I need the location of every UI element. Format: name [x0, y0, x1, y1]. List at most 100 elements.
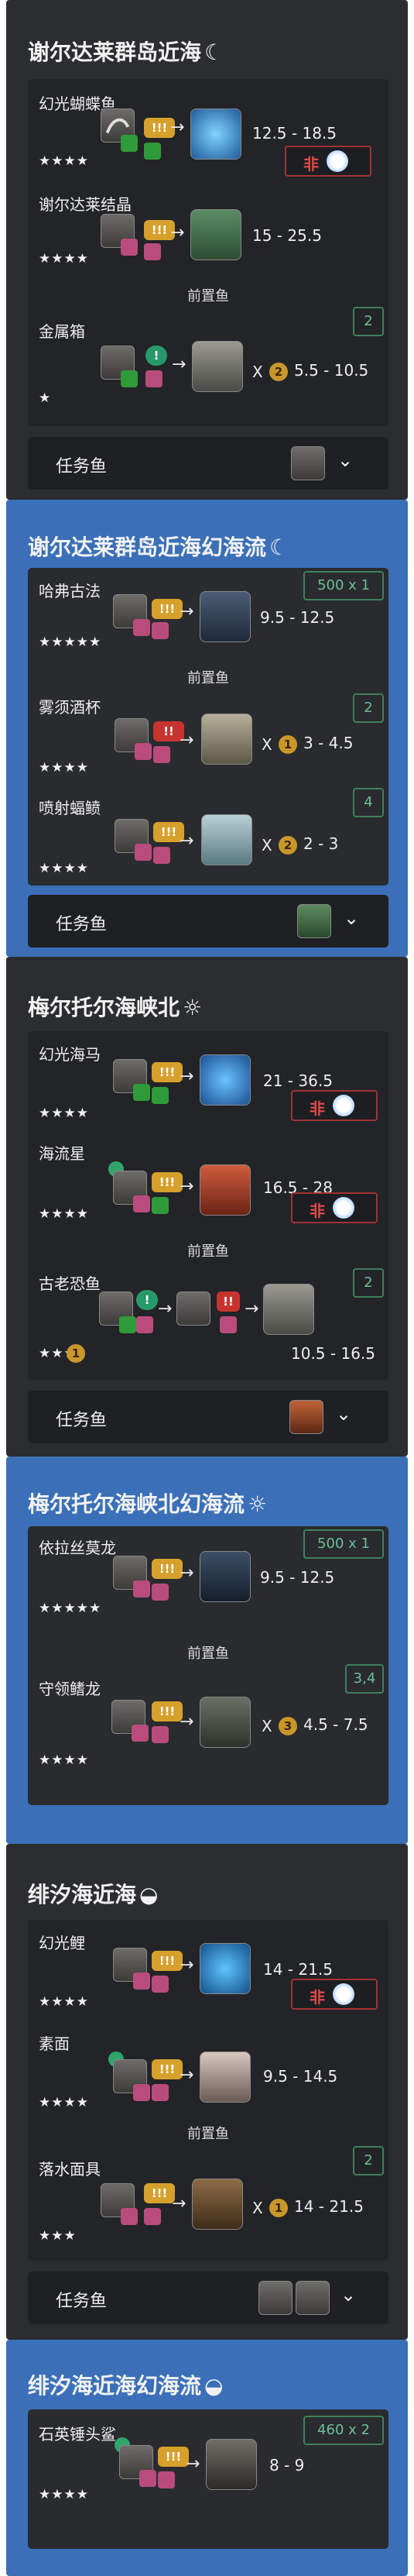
prereq-fish-row[interactable]: 落水面具 ★★★ !!! → X 1 14 - 21.5 2 [28, 2144, 388, 2261]
hook-icon [132, 1725, 149, 1742]
fish-icon [200, 2052, 251, 2103]
prereq-fish-row[interactable]: 古老恐鱼 ★★★ 1 ! → !! → 10.5 - 16.5 2 [28, 1260, 388, 1377]
window-time: 4.5 - 7.5 [303, 1715, 368, 1734]
star-rating: ★★★ [39, 2228, 77, 2244]
moon-icon: ☾ [269, 535, 289, 560]
fish-row[interactable]: 幻光鲤 ★★★★ !!! → 14 - 21.5 非 [28, 1920, 388, 2021]
fish-name: 喷射蝠鲼 [39, 799, 101, 817]
fish-icon [200, 1164, 251, 1216]
arrow-icon: → [158, 1299, 173, 1319]
tug-indicator: !!! [152, 1559, 183, 1579]
tug-indicator: !!! [158, 2447, 189, 2467]
window-time: 14 - 21.5 [263, 1960, 333, 1979]
fish-card: 哈弗古法 ★★★★★ !!! → 9.5 - 12.5 500 x 1 前置鱼 … [28, 568, 388, 886]
prereq-fish-row[interactable]: 守领鳍龙 ★★★★ !!! → X 3 4.5 - 7.5 3,4 [28, 1664, 388, 1797]
arrow-icon: → [172, 2194, 186, 2213]
arrow-icon: → [180, 1955, 194, 1975]
required-count: 500 x 1 [303, 571, 384, 600]
hook-icon [121, 135, 138, 152]
clear-weather-icon [327, 150, 348, 172]
quantity-coin: 1 [269, 2199, 288, 2217]
fish-icon [201, 714, 252, 765]
hookset-icon [153, 746, 170, 763]
chevron-down-icon[interactable]: ⌄ [336, 1403, 351, 1425]
star-rating: ★★★★ [39, 2095, 89, 2110]
chevron-down-icon[interactable]: ⌄ [337, 449, 353, 471]
arrow-icon: → [180, 731, 194, 750]
task-fish-label: 任务鱼 [56, 1411, 108, 1430]
sunset-icon: ◒ [139, 1882, 159, 1907]
fish-name: 谢尔达莱结晶 [39, 195, 132, 214]
fish-row[interactable]: 幻光蝴蝶鱼 ★★★★ !!! → 12.5 - 18.5 非 [28, 79, 388, 180]
arrow-icon: → [180, 831, 194, 851]
prereq-fish-row[interactable]: 喷射蝠鲼 ★★★★ !!! → X 2 2 - 3 4 [28, 785, 388, 886]
multiply-sign: X [262, 735, 272, 754]
arrow-icon: → [180, 2065, 194, 2085]
section-rhotano-coast: 绯汐海近海 ◒ 幻光鲤 ★★★★ !!! → 14 - 21.5 非 素面 ★★★… [6, 1844, 408, 2340]
window-time: 8 - 9 [269, 2456, 305, 2475]
window-time: 9.5 - 14.5 [263, 2067, 338, 2086]
window-time: 5.5 - 10.5 [294, 361, 369, 380]
section-title: 谢尔达莱群岛近海幻海流 ☾ [28, 535, 289, 560]
weather-condition: 非 [291, 1192, 378, 1223]
multiply-sign: X [252, 2199, 263, 2217]
fish-row[interactable]: 石英锤头鲨 ★★★★ !!! → 8 - 9 460 x 2 [28, 2409, 388, 2549]
fish-row[interactable]: 谢尔达莱结晶 ★★★★ !!! → 15 - 25.5 [28, 180, 388, 280]
hook-icon [119, 1316, 136, 1333]
window-time: 12.5 - 18.5 [252, 124, 337, 143]
fish-card: 幻光鲤 ★★★★ !!! → 14 - 21.5 非 素面 ★★★★ !!! →… [28, 1920, 388, 2261]
task-fish-bar[interactable]: 任务鱼 ⌄ [28, 895, 388, 948]
hook-icon [133, 1972, 150, 1990]
arrow-icon: → [180, 1177, 194, 1196]
hookset-icon [144, 2208, 161, 2225]
required-count: 460 x 2 [303, 2416, 384, 2445]
fish-row[interactable]: 海流星 ★★★★ !!! → 16.5 - 28 非 [28, 1132, 388, 1233]
star-rating: ★★★★ [39, 760, 89, 776]
fish-name: 依拉丝莫龙 [39, 1539, 116, 1557]
hookset-icon [145, 370, 163, 387]
quantity-coin: 1 [279, 735, 297, 754]
star-rating: ★★★★ [39, 1206, 89, 1222]
task-fish-bar[interactable]: 任务鱼 ⌄ [28, 1391, 388, 1443]
task-fish-icon [289, 1400, 323, 1434]
fish-row[interactable]: 幻光海马 ★★★★ !!! → 21 - 36.5 非 [28, 1031, 388, 1132]
fish-row[interactable]: 依拉丝莫龙 ★★★★★ !!! → 9.5 - 12.5 500 x 1 [28, 1526, 388, 1642]
star-rating: ★★★★ [39, 251, 89, 267]
hook-icon [133, 1580, 150, 1598]
hook-icon [133, 1084, 150, 1101]
fish-name: 落水面具 [39, 2160, 101, 2179]
tug-indicator: ! [136, 1290, 158, 1310]
star-rating: ★★★★★ [39, 635, 102, 650]
prerequisite-label: 前置鱼 [187, 1646, 229, 1662]
quantity-coin: 3 [279, 1717, 297, 1735]
fish-row[interactable]: 哈弗古法 ★★★★★ !!! → 9.5 - 12.5 500 x 1 [28, 568, 388, 661]
chevron-down-icon[interactable]: ⌄ [344, 907, 359, 929]
hookset-icon [152, 1976, 169, 1993]
arrow-icon: → [172, 355, 186, 374]
tug-indicator: !!! [152, 1951, 183, 1971]
section-title: 绯汐海近海幻海流 ◒ [28, 2373, 224, 2399]
window-time: 10.5 - 16.5 [291, 1344, 375, 1363]
task-fish-bar[interactable]: 任务鱼 ⌄ [28, 2272, 388, 2324]
task-fish-icon [296, 2281, 330, 2315]
prereq-fish-row[interactable]: 金属箱 ★ ! → X 2 5.5 - 10.5 2 [28, 304, 388, 420]
section-rhotano-ocean-current: 绯汐海近海幻海流 ◒ 石英锤头鲨 ★★★★ !!! → 8 - 9 460 x 2 [6, 2340, 408, 2576]
fish-row[interactable]: 素面 ★★★★ !!! → 9.5 - 14.5 [28, 2021, 388, 2121]
quantity-coin: 2 [269, 363, 288, 381]
required-count: 2 [353, 693, 384, 723]
task-fish-bar[interactable]: 任务鱼 ⌄ [28, 437, 388, 490]
task-fish-label: 任务鱼 [56, 2292, 108, 2311]
tug-indicator: !!! [152, 599, 183, 619]
fish-name: 幻光鲤 [39, 1934, 85, 1952]
section-merlthor-north-ocean-current: 梅尔托尔海峡北幻海流 ☼ 依拉丝莫龙 ★★★★★ !!! → 9.5 - 12.5… [6, 1457, 408, 1844]
fish-icon [201, 814, 252, 865]
weather-condition: 非 [285, 146, 371, 177]
tug-indicator: !!! [152, 1062, 183, 1082]
chevron-down-icon[interactable]: ⌄ [340, 2284, 356, 2306]
prereq-fish-row[interactable]: 雾须酒杯 ★★★★ !! → X 1 3 - 4.5 2 [28, 684, 388, 785]
hook-icon [139, 2470, 156, 2487]
star-rating: ★★★★★ [39, 1601, 102, 1616]
section-shelldallay-coast: 谢尔达莱群岛近海 ☾ 幻光蝴蝶鱼 ★★★★ !!! → 12.5 - 18.5 非… [6, 0, 408, 500]
tug-indicator: !!! [144, 2183, 175, 2203]
arrow-icon: → [180, 602, 194, 621]
